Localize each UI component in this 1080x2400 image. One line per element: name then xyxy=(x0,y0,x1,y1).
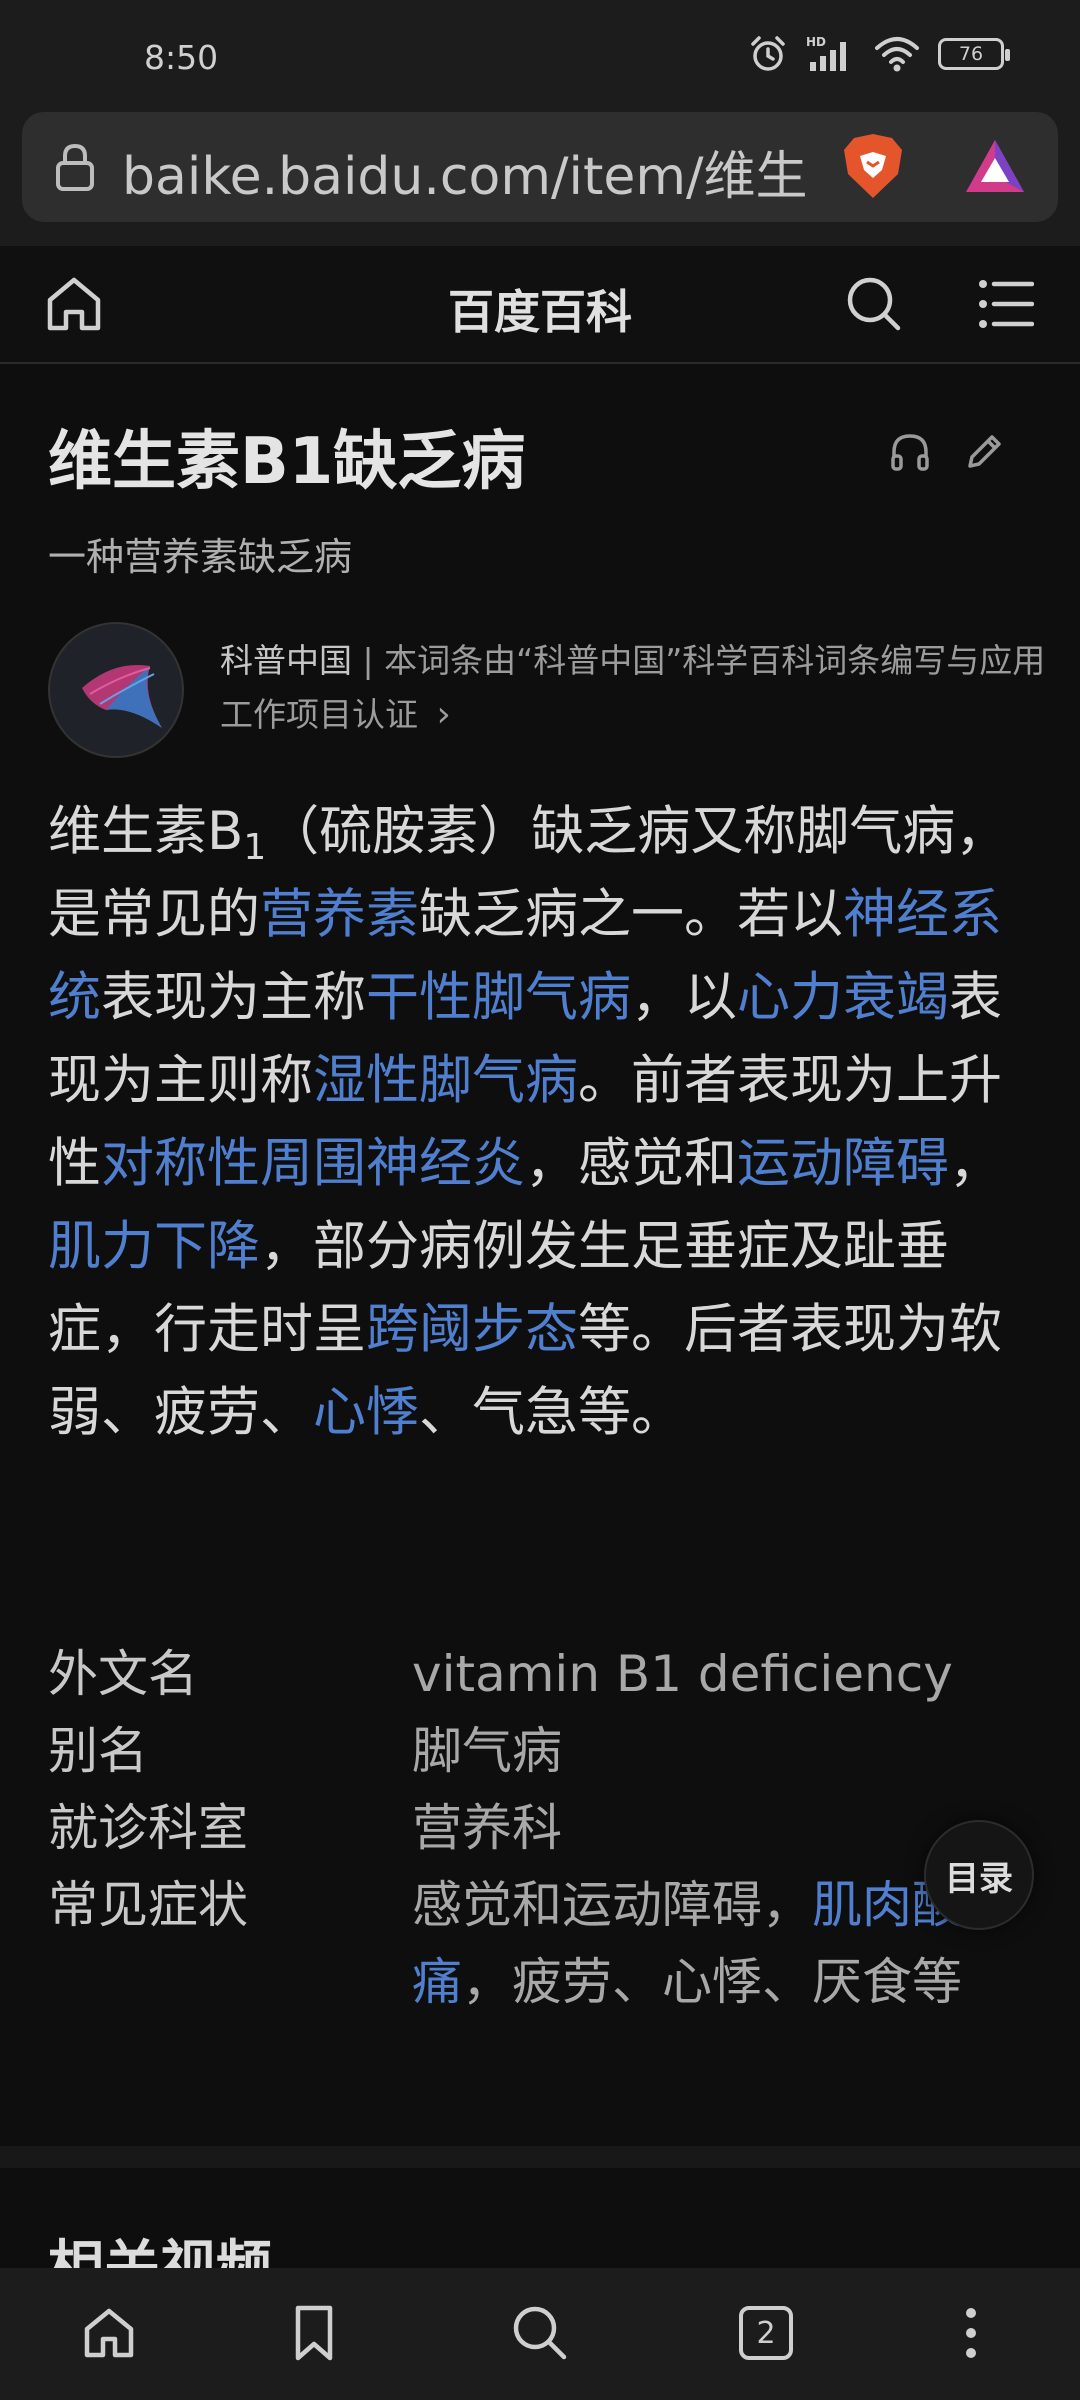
infobox-value: vitamin B1 deficiency xyxy=(412,1645,953,1703)
article-subtitle: 一种营养素缺乏病 xyxy=(48,535,353,579)
battery-icon: 76 xyxy=(938,38,1010,70)
infobox-key: 常见症状 xyxy=(48,1876,248,1934)
section-divider xyxy=(0,2146,1080,2168)
menu-icon[interactable] xyxy=(978,278,1034,330)
more-icon[interactable] xyxy=(936,2298,1006,2368)
link-palpitation[interactable]: 心悸 xyxy=(313,1382,419,1443)
infobox-value: 脚气病 xyxy=(412,1722,562,1780)
infobox: 外文名 vitamin B1 deficiency 别名 脚气病 就诊科室 营养… xyxy=(48,1636,1038,2021)
source-certification[interactable]: 科普中国 | 本词条由“科普中国”科学百科词条编写与应用工作项目认证 › xyxy=(48,622,1045,762)
alarm-icon xyxy=(751,36,785,71)
source-name[interactable]: 科普中国 xyxy=(220,641,352,680)
article-summary: 维生素B1（硫胺素）缺乏病又称脚气病，是常见的营养素缺乏病之一。若以神经系统表现… xyxy=(48,790,1038,1454)
status-bar: 8:50 HD 76 xyxy=(0,0,1080,110)
bookmark-icon[interactable] xyxy=(279,2298,349,2368)
infobox-row: 常见症状 感觉和运动障碍，肌肉酸痛，疲劳、心悸、厌食等 xyxy=(48,1867,1038,2021)
site-header: 百度百科 xyxy=(0,246,1080,364)
link-motor-disorder[interactable]: 运动障碍 xyxy=(737,1133,949,1194)
status-icons: HD 76 xyxy=(748,34,1010,74)
summary-text: 、气急等。 xyxy=(419,1382,684,1443)
screen: 8:50 HD 76 baike.baidu.com/item/维生 百度百科 … xyxy=(0,0,1080,2400)
summary-text: ，以 xyxy=(631,967,737,1028)
edit-icon[interactable] xyxy=(962,430,1006,474)
svg-text:HD: HD xyxy=(806,35,826,49)
tabs-icon[interactable]: 2 xyxy=(731,2298,801,2368)
link-wet-beriberi[interactable]: 湿性脚气病 xyxy=(313,1050,578,1111)
browser-bottom-bar: 2 xyxy=(0,2268,1080,2400)
site-title[interactable]: 百度百科 xyxy=(0,276,1080,342)
summary-text: 维生素B xyxy=(48,801,244,862)
summary-text: ，感觉和 xyxy=(525,1133,737,1194)
summary-text: 表现为主称 xyxy=(101,967,366,1028)
home-icon[interactable] xyxy=(74,2298,144,2368)
search-icon[interactable] xyxy=(505,2298,575,2368)
infobox-key: 别名 xyxy=(48,1722,148,1780)
link-heart-failure[interactable]: 心力衰竭 xyxy=(737,967,949,1028)
address-bar[interactable]: baike.baidu.com/item/维生 xyxy=(22,112,1058,222)
tab-count: 2 xyxy=(739,2306,793,2360)
url-text[interactable]: baike.baidu.com/item/维生 xyxy=(122,134,842,209)
link-dry-beriberi[interactable]: 干性脚气病 xyxy=(366,967,631,1028)
infobox-value-text: 感觉和运动障碍， xyxy=(412,1876,812,1934)
infobox-value-text: ，疲劳、心悸、厌食等 xyxy=(462,1953,962,2011)
article-title: 维生素B1缺乏病 xyxy=(48,425,526,499)
wifi-icon xyxy=(875,37,919,72)
source-separator: | xyxy=(352,641,385,680)
summary-text: 缺乏病之一。若以 xyxy=(419,884,843,945)
hd-signal-icon: HD xyxy=(806,35,846,71)
lock-icon xyxy=(56,143,94,191)
related-videos-title: 相关视频 xyxy=(48,2235,272,2268)
infobox-row: 外文名 vitamin B1 deficiency xyxy=(48,1636,1038,1713)
link-muscle-weakness[interactable]: 肌力下降 xyxy=(48,1216,260,1277)
chevron-right-icon[interactable]: › xyxy=(437,694,451,735)
brave-rewards-icon[interactable] xyxy=(962,136,1028,196)
source-text: 科普中国 | 本词条由“科普中国”科学百科词条编写与应用工作项目认证 › xyxy=(220,634,1050,742)
summary-subscript: 1 xyxy=(243,827,267,868)
link-peripheral-neuritis[interactable]: 对称性周围神经炎 xyxy=(101,1133,525,1194)
link-nutrient[interactable]: 营养素 xyxy=(260,884,419,945)
summary-text: ， xyxy=(949,1133,1002,1194)
brave-shield-icon[interactable] xyxy=(840,130,906,202)
browser-toolbar: baike.baidu.com/item/维生 xyxy=(0,110,1080,246)
link-steppage-gait[interactable]: 跨阈步态 xyxy=(366,1299,578,1360)
toc-button[interactable]: 目录 xyxy=(924,1820,1034,1930)
infobox-key: 就诊科室 xyxy=(48,1799,248,1857)
infobox-row: 别名 脚气病 xyxy=(48,1713,1038,1790)
status-time: 8:50 xyxy=(144,38,219,77)
infobox-key: 外文名 xyxy=(48,1645,198,1703)
infobox-row: 就诊科室 营养科 xyxy=(48,1790,1038,1867)
battery-level: 76 xyxy=(958,43,984,65)
kepu-china-logo xyxy=(48,622,184,758)
search-icon[interactable] xyxy=(844,274,904,334)
headphones-icon[interactable] xyxy=(888,430,932,474)
